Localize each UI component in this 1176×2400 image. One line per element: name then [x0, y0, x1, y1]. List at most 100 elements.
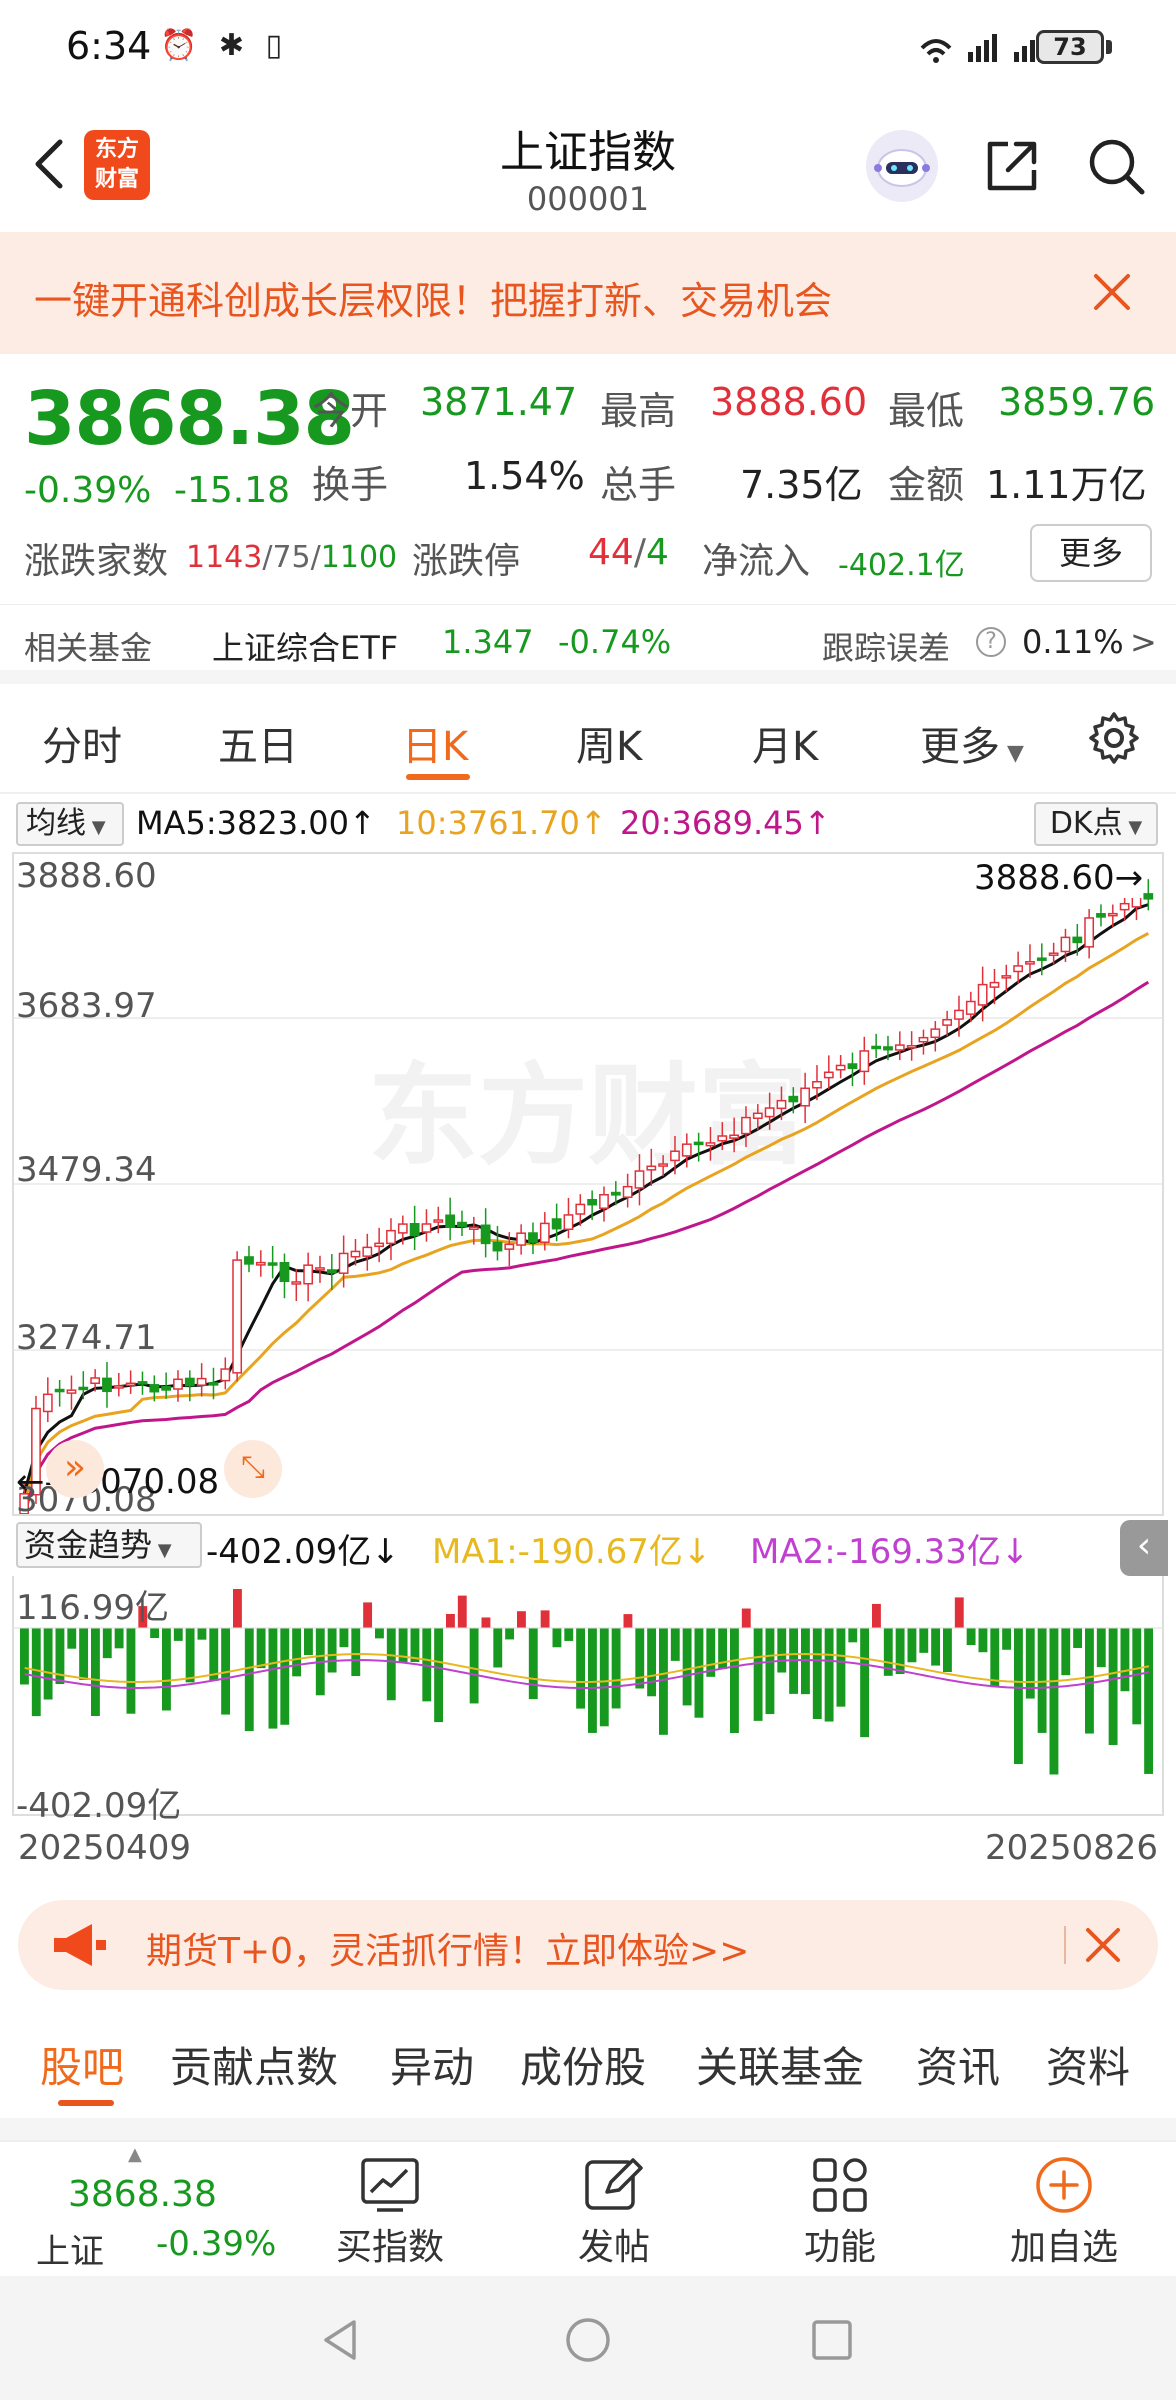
candle-body: [1084, 917, 1095, 948]
fund-flow-chart[interactable]: 116.99亿 -402.09亿: [12, 1576, 1164, 1826]
tab-monthly-k[interactable]: 月K: [752, 714, 818, 772]
close-icon[interactable]: [1088, 268, 1136, 316]
candle-body: [1143, 893, 1154, 900]
flow-bar: [185, 1628, 195, 1683]
candle-body: [374, 1242, 385, 1248]
tab-contribution[interactable]: 贡献点数: [170, 2034, 338, 2095]
promo-banner[interactable]: 一键开通科创成长层权限！把握打新、交易机会: [0, 232, 1176, 354]
flow-bar: [635, 1628, 645, 1689]
candle-body: [1048, 952, 1059, 956]
flow-bar: [67, 1628, 77, 1649]
search-icon[interactable]: [1084, 134, 1148, 198]
tab-constituents[interactable]: 成份股: [520, 2034, 646, 2095]
functions-button[interactable]: 功能: [770, 2152, 910, 2270]
flow-indicator-select[interactable]: 资金趋势 ▼: [16, 1522, 202, 1568]
candle-body: [1001, 975, 1012, 979]
fund-name[interactable]: 上证综合ETF: [212, 623, 398, 669]
futures-banner[interactable]: 期货T+0，灵活抓行情！立即体验>>: [18, 1900, 1158, 1990]
fund-flow-svg[interactable]: [14, 1576, 1162, 1814]
tab-related-funds[interactable]: 关联基金: [696, 2034, 864, 2095]
gear-icon[interactable]: [1086, 710, 1142, 766]
flow-bar: [493, 1628, 503, 1668]
tab-five-day[interactable]: 五日: [218, 714, 298, 772]
toolbar-index-change[interactable]: -0.39%: [156, 2224, 276, 2264]
dk-point-select[interactable]: DK点 ▼: [1034, 802, 1158, 846]
flow-bar: [576, 1628, 586, 1709]
tab-news[interactable]: 资讯: [916, 2034, 1000, 2095]
expand-icon[interactable]: ⤡: [224, 1440, 282, 1498]
flow-bar: [943, 1628, 952, 1672]
flow-bar: [730, 1628, 739, 1733]
flow-bar: [481, 1617, 491, 1628]
chevron-right-icon[interactable]: >: [1130, 623, 1157, 661]
indicator-select-label: 均线: [26, 806, 86, 841]
nav-recents-icon[interactable]: [808, 2316, 856, 2364]
buy-index-button[interactable]: 买指数: [320, 2152, 460, 2270]
candle-body: [776, 1099, 787, 1110]
candle-body: [563, 1214, 574, 1230]
candle-body: [539, 1222, 550, 1243]
toolbar-index-price[interactable]: 3868.38: [68, 2174, 217, 2215]
limit-value: 44/4: [588, 532, 669, 573]
futures-text[interactable]: 期货T+0，灵活抓行情！立即体验>>: [146, 1922, 749, 1974]
candle-body: [954, 1009, 964, 1020]
flow-bar: [540, 1610, 550, 1628]
promo-text[interactable]: 一键开通科创成长层权限！把握打新、交易机会: [34, 270, 832, 325]
high-label: 最高: [600, 389, 677, 433]
tab-daily-k[interactable]: 日K: [402, 714, 468, 772]
fund-label: 相关基金: [24, 629, 153, 667]
share-icon[interactable]: [980, 134, 1044, 198]
flow-bar: [623, 1614, 633, 1628]
scroll-left-icon[interactable]: »: [46, 1440, 104, 1498]
tab-more[interactable]: 更多 ▼: [920, 714, 1024, 772]
help-icon[interactable]: ?: [976, 627, 1006, 657]
flow-bar: [753, 1628, 763, 1721]
indicator-select[interactable]: 均线 ▼: [16, 802, 124, 846]
candle-body: [208, 1382, 219, 1386]
candle-body: [847, 1063, 858, 1070]
tab-guba[interactable]: 股吧: [40, 2034, 124, 2095]
candle-body: [693, 1141, 704, 1146]
quote-panel: 3868.38 -0.39% -15.18 今开 3871.47 最高 3888…: [0, 354, 1176, 604]
candle-body: [516, 1232, 527, 1246]
candlestick-chart[interactable]: 东方财富 3888.60 3683.97 3479.34 3274.71 307…: [12, 852, 1164, 1520]
end-date: 20250826: [984, 1828, 1158, 1868]
tab-weekly-k[interactable]: 周K: [576, 714, 642, 772]
candle-body: [1036, 957, 1047, 961]
candlestick-svg[interactable]: 东方财富: [14, 854, 1162, 1514]
close-icon[interactable]: [1082, 1924, 1124, 1966]
candle-body: [326, 1269, 337, 1274]
flow-bar: [162, 1628, 171, 1711]
nav-back-icon[interactable]: [316, 2316, 364, 2364]
tab-profile[interactable]: 资料: [1046, 2034, 1130, 2095]
candle-body: [989, 981, 1000, 988]
more-button[interactable]: 更多: [1030, 524, 1152, 582]
flow-bar: [304, 1628, 313, 1656]
add-watchlist-button[interactable]: 加自选: [994, 2152, 1134, 2270]
candle-body: [658, 1163, 669, 1167]
side-panel-toggle[interactable]: ‹: [1120, 1520, 1168, 1576]
flow-bar: [777, 1628, 787, 1673]
tab-intraday[interactable]: 分时: [42, 714, 122, 772]
flow-bar: [244, 1628, 254, 1732]
assistant-robot-icon[interactable]: [866, 130, 938, 202]
volume-label: 总手: [600, 463, 677, 507]
candle-body: [66, 1389, 77, 1394]
breadth-label: 涨跌家数: [24, 541, 169, 582]
flow-bottom-label: -402.09亿: [16, 1786, 182, 1826]
related-fund-row[interactable]: 相关基金 上证综合ETF 1.347 -0.74% 跟踪误差 ? 0.11% >: [0, 604, 1176, 684]
nav-home-icon[interactable]: [564, 2316, 612, 2364]
flow-bar: [765, 1628, 775, 1715]
candle-body: [918, 1036, 929, 1043]
flow-select-label: 资金趋势: [24, 1526, 153, 1564]
tab-movement[interactable]: 异动: [390, 2034, 474, 2095]
grid-icon: [813, 2158, 867, 2212]
toolbar-index-name[interactable]: 上证: [36, 2224, 104, 2273]
limit-down: 4: [645, 532, 669, 573]
flow-bar: [836, 1628, 846, 1707]
post-button[interactable]: 发帖: [544, 2152, 684, 2270]
flow-bar: [292, 1628, 302, 1677]
flow-bar: [79, 1628, 89, 1680]
candle-body: [480, 1224, 491, 1245]
candle-body: [255, 1261, 266, 1266]
